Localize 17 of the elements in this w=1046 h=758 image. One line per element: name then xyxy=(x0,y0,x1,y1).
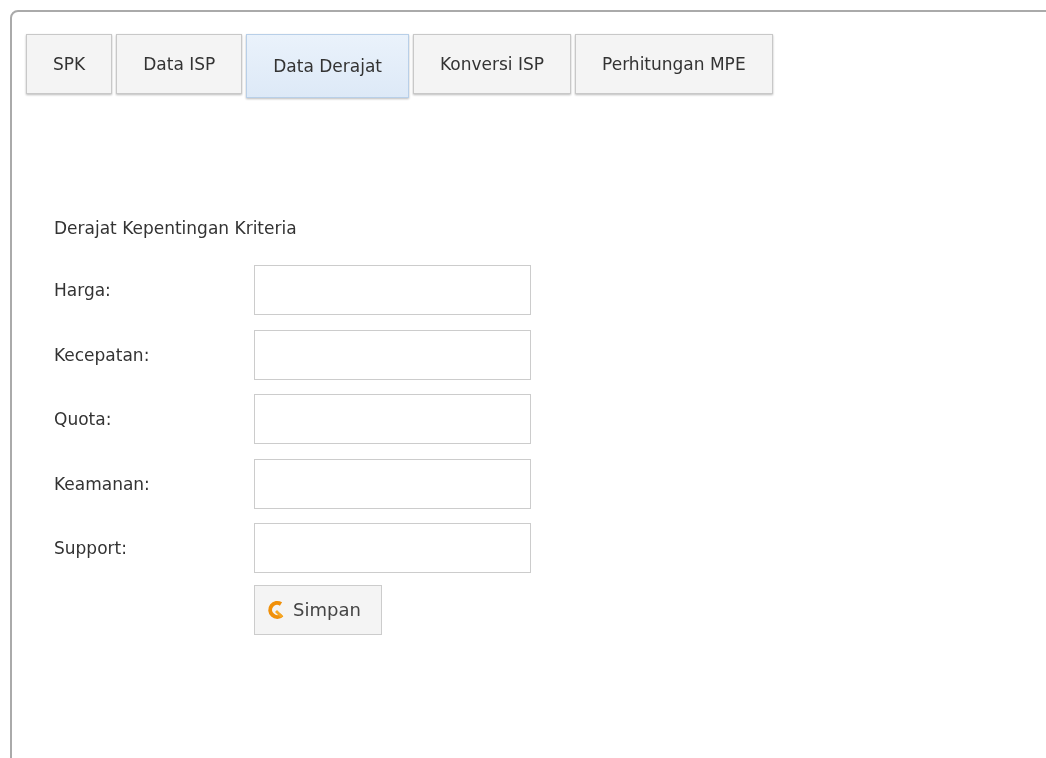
field-label: Kecepatan: xyxy=(54,344,151,365)
input-field[interactable] xyxy=(254,329,531,380)
input-field[interactable] xyxy=(254,523,531,574)
save-button[interactable]: Simpan xyxy=(254,584,382,635)
field-label: Keamanan: xyxy=(54,473,151,494)
field-label: Quota: xyxy=(54,409,113,430)
form-title: Derajat Kepentingan Kriteria xyxy=(54,218,298,238)
field-label: Harga: xyxy=(54,280,112,301)
tab[interactable]: SPK xyxy=(26,34,113,94)
tab[interactable]: Data Derajat xyxy=(246,34,410,98)
input-field[interactable] xyxy=(254,458,531,509)
tab[interactable]: Perhitungan MPE xyxy=(575,34,773,94)
input-field[interactable] xyxy=(254,394,531,445)
input-field[interactable] xyxy=(254,265,531,316)
field-label: Support: xyxy=(54,538,128,559)
tab[interactable]: Konversi ISP xyxy=(413,34,572,94)
tab[interactable]: Data ISP xyxy=(116,34,243,94)
